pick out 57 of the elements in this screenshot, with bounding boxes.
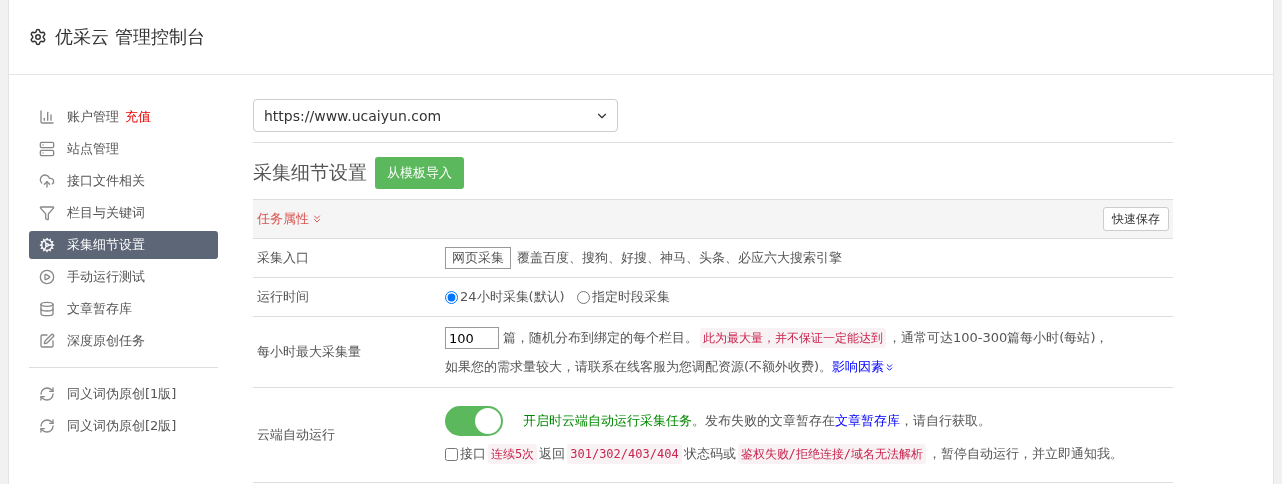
bar-chart-icon <box>39 109 55 125</box>
description-text: 覆盖百度、搜狗、好搜、神马、头条、必应六大搜索引擎 <box>517 249 842 267</box>
task-attributes-toggle[interactable]: 任务属性 <box>257 210 323 228</box>
description-text: 发布失败的文章暂存在 <box>705 412 835 430</box>
sidebar-item[interactable]: 同义词伪原创[1版] <box>29 380 218 408</box>
entry-tag: 网页采集 <box>445 247 511 269</box>
code-text: 此为最大量，并不保证一定能达到 <box>700 328 886 348</box>
refresh-icon <box>39 386 55 402</box>
double-chevron-icon <box>311 213 323 225</box>
description-text: ，通常可达100-300篇每小时(每站)， <box>888 329 1109 347</box>
quick-save-button[interactable]: 快速保存 <box>1103 207 1169 231</box>
sidebar-item[interactable]: 栏目与关键词 <box>29 199 218 227</box>
play-icon <box>39 269 55 285</box>
description-text: 篇，随机分布到绑定的每个栏目。 <box>503 329 698 347</box>
recharge-link[interactable]: 充值 <box>125 108 151 126</box>
field-label: 采集入口 <box>256 249 310 267</box>
description-text: ，暂停自动运行，并立即通知我。 <box>928 445 1124 463</box>
cloud-upload-icon <box>39 173 55 189</box>
radio-option[interactable]: 24小时采集(默认) <box>445 287 565 307</box>
radio-button[interactable] <box>445 290 458 304</box>
radio-button[interactable] <box>576 290 590 304</box>
field-label: 云端自动运行 <box>256 426 336 444</box>
filter-icon <box>39 205 55 221</box>
code-text: 连续5次 <box>488 444 538 464</box>
database-icon <box>39 301 55 317</box>
amount-input[interactable]: 100 <box>445 327 499 349</box>
sidebar-item[interactable]: 采集细节设置 <box>29 231 218 259</box>
sidebar-item[interactable]: 深度原创任务 <box>29 327 218 355</box>
field-label: 运行时间 <box>256 288 310 306</box>
sidebar-item[interactable]: 接口文件相关 <box>29 167 218 195</box>
code-text: 301/302/403/404 <box>567 444 682 464</box>
hint-text: 开启时云端自动运行采集任务。 <box>523 412 705 430</box>
sidebar-item[interactable]: 同义词伪原创[2版] <box>29 412 218 440</box>
description-text: 状态码或 <box>683 445 736 463</box>
sidebar-item[interactable]: 文章暂存库 <box>29 295 218 323</box>
code-text: 鉴权失败/拒绝连接/域名无法解析 <box>737 444 927 464</box>
sidebar-item[interactable]: 站点管理 <box>29 135 218 163</box>
edit-icon <box>39 333 55 349</box>
server-icon <box>39 141 55 157</box>
description-text: 返回 <box>539 445 566 463</box>
console-title: 优采云 管理控制台 <box>55 25 205 49</box>
link[interactable]: 影响因素 <box>832 357 896 377</box>
field-label: 每小时最大采集量 <box>256 343 362 361</box>
radio-option[interactable]: 指定时段采集 <box>576 287 670 307</box>
settings-icon <box>29 28 47 46</box>
checkbox[interactable] <box>445 447 458 461</box>
refresh-icon <box>39 418 55 434</box>
section-title: 采集细节设置 <box>253 160 367 185</box>
site-select[interactable]: https://www.ucaiyun.com <box>253 99 618 132</box>
gear-icon <box>39 237 55 253</box>
description-text: 如果您的需求量较大，请联系在线客服为您调配资源(不额外收费)。 <box>445 358 833 376</box>
toggle-switch[interactable] <box>445 406 503 436</box>
link[interactable]: 文章暂存库 <box>835 411 900 431</box>
sidebar-item[interactable]: 手动运行测试 <box>29 263 218 291</box>
description-text: ，请自行获取。 <box>900 412 991 430</box>
sidebar-item[interactable]: 账户管理 充值 <box>29 103 218 131</box>
description-text: 接口 <box>460 445 486 463</box>
